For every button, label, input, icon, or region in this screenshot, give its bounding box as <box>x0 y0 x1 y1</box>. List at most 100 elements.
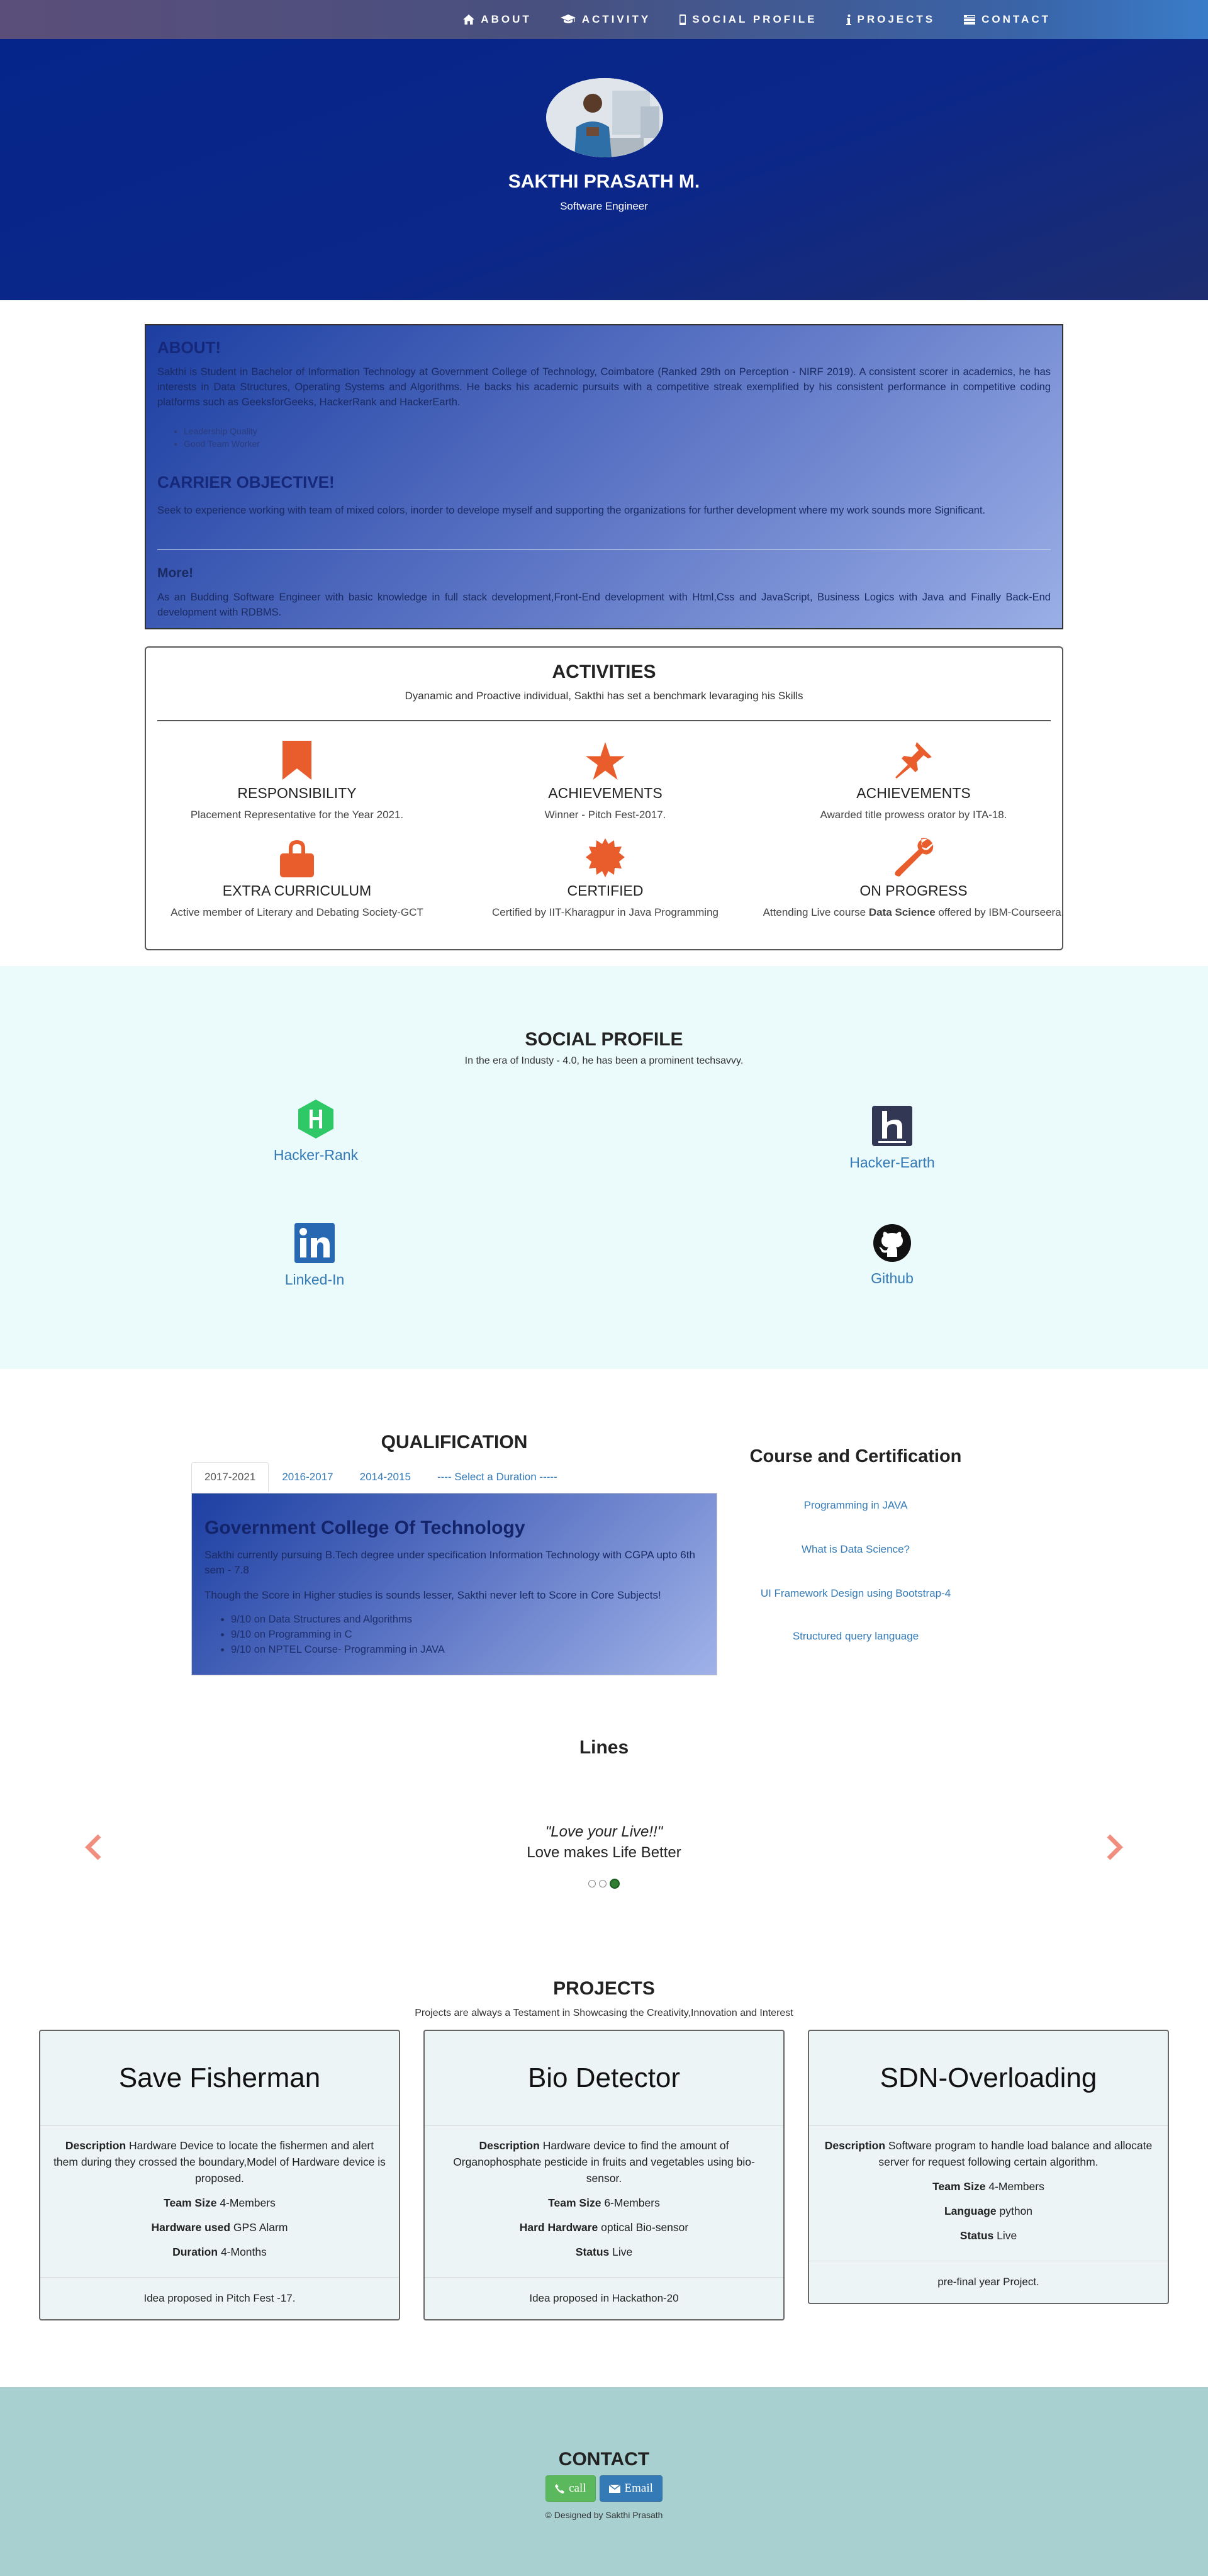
profile-photo <box>546 78 663 157</box>
call-button[interactable]: call <box>545 2475 596 2502</box>
email-label: Email <box>624 2482 653 2495</box>
activity-responsibility: RESPONSIBILITY Placement Representative … <box>146 736 448 823</box>
list-item: 9/10 on NPTEL Course- Programming in JAV… <box>231 1642 445 1657</box>
carousel-indicators <box>0 1879 1208 1889</box>
hero-role: Software Engineer <box>560 200 648 212</box>
about-text: Sakthi is Student in Bachelor of Informa… <box>157 366 1051 408</box>
qualification-tabs: 2017-2021 2016-2017 2014-2015 ---- Selec… <box>191 1462 571 1492</box>
pushpin-icon <box>895 742 932 779</box>
project-card-save-fisherman: Save Fisherman Description Hardware Devi… <box>39 2030 400 2320</box>
activity-desc: Certified by IIT-Kharagpur in Java Progr… <box>492 906 719 918</box>
activity-desc: Active member of Literary and Debating S… <box>171 906 423 918</box>
project-body: Description Software program to handle l… <box>824 2139 1153 2242</box>
tab-2016-2017[interactable]: 2016-2017 <box>269 1462 346 1492</box>
carousel-dot[interactable] <box>588 1880 596 1887</box>
activity-title: ACHIEVEMENTS <box>548 785 663 801</box>
nav-item-contact[interactable]: CONTACT <box>964 13 1051 26</box>
list-item: 9/10 on Programming in C <box>231 1627 445 1642</box>
more-text: As an Budding Software Engineer with bas… <box>157 592 1051 618</box>
social-subtitle: In the era of Industy - 4.0, he has been… <box>464 1055 744 1066</box>
nav-item-social-profile[interactable]: SOCIAL PROFILE <box>680 13 817 26</box>
social-link-hackerearth[interactable]: Hacker-Earth <box>829 1106 955 1171</box>
social-label: Github <box>871 1270 914 1286</box>
course-link[interactable]: Programming in JAVA <box>717 1499 994 1512</box>
activity-achievement-orator: ACHIEVEMENTS Awarded title prowess orato… <box>763 736 1065 823</box>
activities-title: ACTIVITIES <box>552 661 656 682</box>
tab-2014-2015[interactable]: 2014-2015 <box>347 1462 424 1492</box>
certificate-icon <box>586 838 625 877</box>
project-body: Description Hardware Device to locate th… <box>53 2139 386 2258</box>
carousel-quote: "Love your Live!!" <box>545 1823 663 1840</box>
more-title: More! <box>157 566 194 580</box>
hero-name: SAKTHI PRASATH M. <box>508 171 700 192</box>
project-title: Save Fisherman <box>40 2031 399 2126</box>
activity-title: EXTRA CURRICULUM <box>222 882 372 899</box>
project-footer: Idea proposed in Hackathon-20 <box>425 2277 783 2319</box>
avatar <box>546 78 663 157</box>
qualification-note: Though the Score in Higher studies is so… <box>204 1589 661 1601</box>
activity-desc: Attending Live course Data Science offer… <box>763 906 1065 918</box>
social-label: Hacker-Rank <box>273 1147 359 1163</box>
call-label: call <box>569 2482 586 2495</box>
divider <box>157 720 1051 721</box>
qualification-title: QUALIFICATION <box>381 1432 528 1453</box>
hackerearth-icon <box>872 1106 912 1146</box>
nav-label: ACTIVITY <box>581 13 651 25</box>
carousel-quote-sub: Love makes Life Better <box>527 1844 681 1861</box>
star-icon <box>586 742 625 780</box>
activity-desc: Winner - Pitch Fest-2017. <box>544 809 666 821</box>
lines-title: Lines <box>579 1737 629 1758</box>
carousel-next-icon[interactable] <box>1106 1835 1124 1860</box>
lock-icon <box>280 840 314 877</box>
home-icon <box>463 14 475 25</box>
carousel-dot-active[interactable] <box>610 1879 620 1889</box>
project-title: SDN-Overloading <box>809 2031 1168 2126</box>
project-card-sdn-overloading: SDN-Overloading Description Software pro… <box>808 2030 1169 2304</box>
email-button[interactable]: Email <box>599 2475 663 2502</box>
activity-title: ACHIEVEMENTS <box>856 785 971 801</box>
activities-subtitle: Dyanamic and Proactive individual, Sakth… <box>405 690 803 702</box>
course-link[interactable]: UI Framework Design using Bootstrap-4 <box>717 1587 994 1600</box>
nav-label: ABOUT <box>481 13 532 25</box>
project-body: Description Hardware device to find the … <box>453 2139 755 2258</box>
activities-section: ACTIVITIES Dyanamic and Proactive indivi… <box>145 646 1065 950</box>
courses-title: Course and Certification <box>749 1446 962 1466</box>
list-item: Leadership Quality <box>184 425 260 437</box>
activity-on-progress: ON PROGRESS Attending Live course Data S… <box>763 833 1065 920</box>
divider <box>157 549 1051 550</box>
github-icon <box>873 1224 911 1262</box>
tab-select-duration[interactable]: ---- Select a Duration ----- <box>424 1462 571 1492</box>
social-label: Linked-In <box>284 1271 345 1288</box>
social-label: Hacker-Earth <box>849 1154 935 1171</box>
nav-item-activity[interactable]: ACTIVITY <box>560 13 651 26</box>
activity-desc: Placement Representative for the Year 20… <box>190 809 404 821</box>
carousel-dot[interactable] <box>599 1880 607 1887</box>
activity-title: RESPONSIBILITY <box>237 785 357 801</box>
activity-certified: CERTIFIED Certified by IIT-Kharagpur in … <box>454 833 756 920</box>
graduation-cap-icon <box>560 14 576 23</box>
social-link-github[interactable]: Github <box>829 1224 955 1287</box>
list-item: Good Team Worker <box>184 437 260 450</box>
hero-banner: SAKTHI PRASATH M. Software Engineer <box>0 39 1208 300</box>
nav-label: SOCIAL PROFILE <box>692 13 817 25</box>
contact-title: CONTACT <box>558 2449 650 2470</box>
about-list: Leadership Quality Good Team Worker <box>171 425 260 450</box>
social-link-hackerrank[interactable]: Hacker-Rank <box>253 1100 379 1164</box>
objective-text: Seek to experience working with team of … <box>157 505 986 516</box>
qualification-panel: Government College Of Technology Sakthi … <box>191 1493 717 1675</box>
course-link[interactable]: What is Data Science? <box>717 1543 994 1556</box>
info-icon <box>846 14 851 25</box>
social-link-linkedin[interactable]: Linked-In <box>252 1223 378 1288</box>
mobile-icon <box>680 14 686 25</box>
nav-label: PROJECTS <box>857 13 936 25</box>
about-title: ABOUT! <box>157 338 221 357</box>
tab-2017-2021[interactable]: 2017-2021 <box>191 1462 269 1492</box>
projects-subtitle: Projects are always a Testament in Showc… <box>415 2008 793 2018</box>
project-card-bio-detector: Bio Detector Description Hardware device… <box>423 2030 785 2320</box>
wrench-icon <box>895 838 934 877</box>
nav-item-projects[interactable]: PROJECTS <box>846 13 936 26</box>
course-link[interactable]: Structured query language <box>717 1630 994 1643</box>
nav-label: CONTACT <box>982 13 1051 25</box>
envelope-icon <box>608 2484 620 2493</box>
nav-item-about[interactable]: ABOUT <box>463 13 531 26</box>
